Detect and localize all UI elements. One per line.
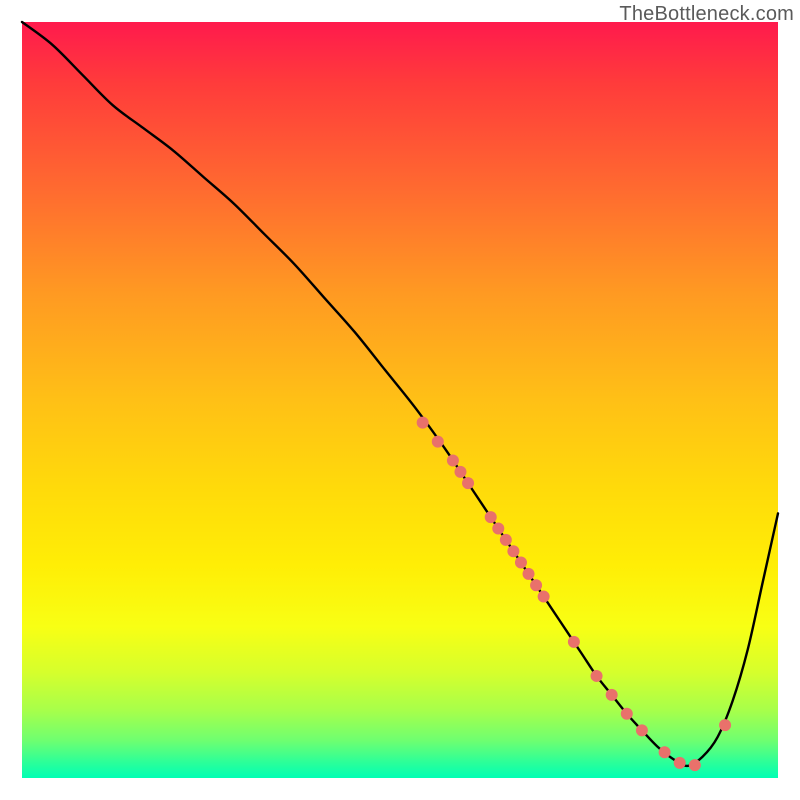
chart-container: TheBottleneck.com xyxy=(0,0,800,800)
chart-background-gradient xyxy=(22,22,778,778)
